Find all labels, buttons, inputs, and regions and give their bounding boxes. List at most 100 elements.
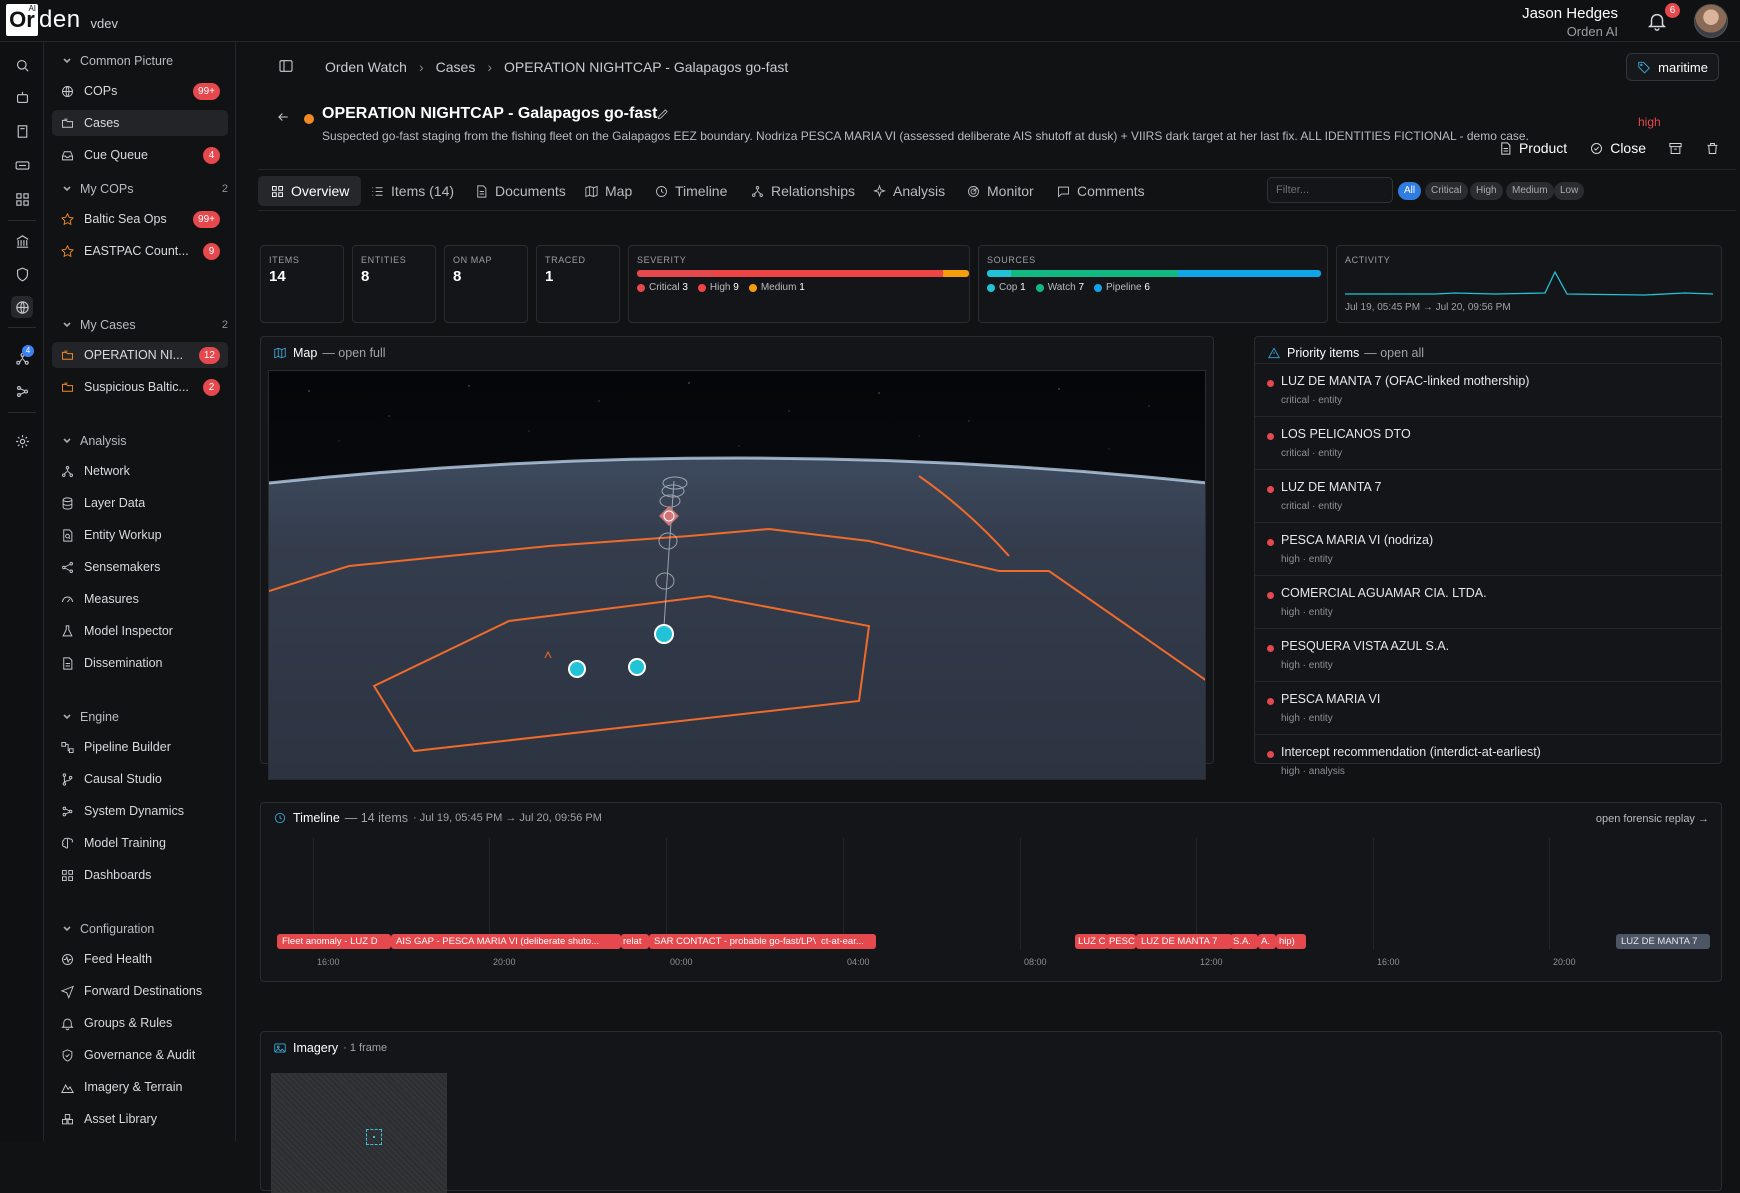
stat-on-map[interactable]: ON MAP 8 <box>444 245 528 323</box>
open-forensic-replay-link[interactable]: open forensic replay → <box>1596 813 1709 825</box>
search-icon[interactable] <box>11 54 33 76</box>
close-button[interactable]: Close <box>1589 140 1646 156</box>
filter-pill-critical[interactable]: Critical <box>1425 182 1468 200</box>
timeline-event[interactable]: S.A. <box>1230 934 1258 949</box>
sidebar-item-sensemakers[interactable]: Sensemakers <box>52 554 228 580</box>
robot-icon[interactable] <box>11 86 33 108</box>
sidebar-item-model-training[interactable]: Model Training <box>52 830 228 856</box>
back-arrow-icon[interactable] <box>276 110 290 124</box>
sidebar-item-asset-library[interactable]: Asset Library <box>52 1106 228 1132</box>
list-item[interactable]: PESQUERA VISTA AZUL S.A. high · entity <box>1255 628 1721 681</box>
sidebar-item-pipeline-builder[interactable]: Pipeline Builder <box>52 734 228 760</box>
sidebar-item-causal-studio[interactable]: Causal Studio <box>52 766 228 792</box>
sidebar-item-network[interactable]: Network <box>52 458 228 484</box>
sidebar-item-model-inspector[interactable]: Model Inspector <box>52 618 228 644</box>
tab-timeline[interactable]: Timeline <box>642 176 739 206</box>
timeline-event[interactable]: LUZ DE MANTA 7 <box>1136 934 1232 949</box>
sidebar-item-baltic-sea-ops[interactable]: Baltic Sea Ops 99+ <box>52 206 228 232</box>
tab-map[interactable]: Map <box>572 176 644 206</box>
sidebar-item-entity-workup[interactable]: Entity Workup <box>52 522 228 548</box>
sidebar-item-dashboards[interactable]: Dashboards <box>52 862 228 888</box>
timeline-event[interactable]: relat <box>621 934 649 949</box>
timeline-event[interactable]: LUZ DE MANTA 7 <box>1616 934 1710 949</box>
tab-analysis[interactable]: Analysis <box>860 176 957 206</box>
timeline-event[interactable]: hip) <box>1276 934 1306 949</box>
sidebar-item-layer-data[interactable]: Layer Data <box>52 490 228 516</box>
list-item[interactable]: LUZ DE MANTA 7 (OFAC-linked mothership) c… <box>1255 363 1721 416</box>
timeline-event[interactable]: ct-at-ear... <box>816 934 876 949</box>
section-configuration[interactable]: Configuration <box>62 922 228 936</box>
timeline-header[interactable]: Timeline — 14 items · Jul 19, 05:45 PM → J… <box>273 811 602 825</box>
sidebar-item-cases[interactable]: Cases <box>52 110 228 136</box>
sidebar-toggle-icon[interactable] <box>278 58 294 74</box>
gear-icon[interactable] <box>11 430 33 452</box>
list-item[interactable]: LUZ DE MANTA 7 critical · entity <box>1255 469 1721 522</box>
sidebar-item-cops[interactable]: COPs 99+ <box>52 78 228 104</box>
sidebar-item-groups-rules[interactable]: Groups & Rules <box>52 1010 228 1036</box>
map-card-header[interactable]: Map — open full <box>273 346 386 360</box>
timeline-event[interactable]: PESC <box>1106 934 1136 949</box>
globe-map[interactable] <box>268 370 1206 780</box>
sidebar-item-suspicious-baltic[interactable]: Suspicious Baltic... 2 <box>52 374 228 400</box>
shield-icon[interactable] <box>11 263 33 285</box>
sidebar-item-governance-audit[interactable]: Governance & Audit <box>52 1042 228 1068</box>
list-item[interactable]: LOS PELICANOS DTO critical · entity <box>1255 416 1721 469</box>
product-button[interactable]: Product <box>1498 140 1567 156</box>
tab-items[interactable]: Items (14) <box>358 176 466 206</box>
keyboard-icon[interactable] <box>11 154 33 176</box>
list-item[interactable]: PESCA MARIA VI high · entity <box>1255 681 1721 734</box>
archive-button[interactable] <box>1668 141 1683 156</box>
stat-entities[interactable]: ENTITIES 8 <box>352 245 436 323</box>
tab-overview[interactable]: Overview <box>258 176 362 206</box>
tab-monitor[interactable]: Monitor <box>954 176 1046 206</box>
bank-icon[interactable] <box>11 230 33 252</box>
globe-icon[interactable] <box>11 296 33 318</box>
tab-documents[interactable]: Documents <box>462 176 578 206</box>
sidebar-item-operation-nightcap[interactable]: OPERATION NI... 12 <box>52 342 228 368</box>
list-item[interactable]: COMERCIAL AGUAMAR CIA. LTDA. high · entit… <box>1255 575 1721 628</box>
section-engine[interactable]: Engine <box>62 710 228 724</box>
sidebar-item-cue-queue[interactable]: Cue Queue 4 <box>52 142 228 168</box>
section-my-cases[interactable]: My Cases 2 <box>62 318 228 332</box>
tab-comments[interactable]: Comments <box>1044 176 1157 206</box>
pencil-icon[interactable] <box>656 107 670 121</box>
timeline-event[interactable]: A. <box>1258 934 1276 949</box>
grid-icon[interactable] <box>11 188 33 210</box>
tag-maritime[interactable]: maritime <box>1626 53 1719 81</box>
filter-pill-all[interactable]: All <box>1398 182 1422 200</box>
priority-header[interactable]: Priority items — open all <box>1267 346 1424 360</box>
app-logo[interactable]: Or AI den vdev <box>6 4 118 36</box>
list-item[interactable]: Intercept recommendation (interdict-at-e… <box>1255 734 1721 777</box>
section-analysis[interactable]: Analysis <box>62 434 228 448</box>
stat-traced[interactable]: TRACED 1 <box>536 245 620 323</box>
tab-relationships[interactable]: Relationships <box>738 176 867 206</box>
nodes-icon[interactable] <box>11 380 33 402</box>
section-common-picture[interactable]: Common Picture <box>62 54 228 68</box>
sidebar-item-system-dynamics[interactable]: System Dynamics <box>52 798 228 824</box>
network-icon <box>62 465 73 477</box>
sidebar-item-forward-destinations[interactable]: Forward Destinations <box>52 978 228 1004</box>
breadcrumb-cases[interactable]: Cases <box>436 59 476 75</box>
sidebar-item-dissemination[interactable]: Dissemination <box>52 650 228 676</box>
filter-pill-high[interactable]: High <box>1470 182 1503 200</box>
timeline-event[interactable]: Fleet anomaly - LUZ D <box>277 934 391 949</box>
filter-pill-low[interactable]: Low <box>1554 182 1585 200</box>
sidebar-item-imagery-terrain[interactable]: Imagery & Terrain <box>52 1074 228 1100</box>
sidebar-item-measures[interactable]: Measures <box>52 586 228 612</box>
sidebar-item-eastpac[interactable]: EASTPAC Count... 9 <box>52 238 228 264</box>
imagery-thumbnail[interactable] <box>271 1073 447 1193</box>
list-item[interactable]: PESCA MARIA VI (nodriza) high · entity <box>1255 522 1721 575</box>
imagery-header[interactable]: Imagery · 1 frame <box>273 1041 387 1055</box>
filter-input[interactable] <box>1267 177 1393 203</box>
avatar[interactable] <box>1694 4 1728 38</box>
user-info[interactable]: Jason Hedges Orden AI <box>1522 5 1618 39</box>
delete-button[interactable] <box>1705 141 1720 156</box>
timeline-event[interactable]: AIS GAP - PESCA MARIA VI (deliberate shu… <box>391 934 621 949</box>
sidebar-item-feed-health[interactable]: Feed Health <box>52 946 228 972</box>
filter-pill-medium[interactable]: Medium <box>1506 182 1554 200</box>
timeline-event[interactable]: LUZ CO <box>1075 934 1108 949</box>
breadcrumb-orden-watch[interactable]: Orden Watch <box>325 59 407 75</box>
section-my-cops[interactable]: My COPs 2 <box>62 182 228 196</box>
book-icon[interactable] <box>11 120 33 142</box>
stat-items[interactable]: ITEMS 14 <box>260 245 344 323</box>
